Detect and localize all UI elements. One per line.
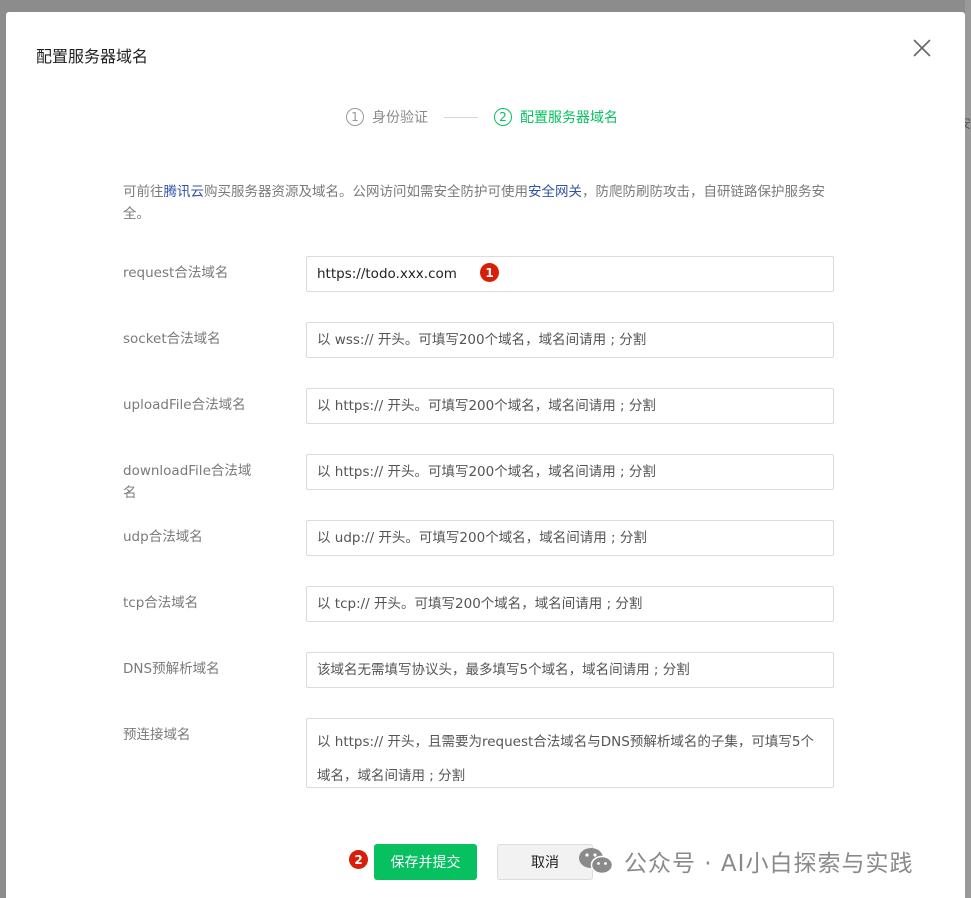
step-label: 身份验证 (372, 110, 428, 126)
intro-text: 可前往腾讯云购买服务器资源及域名。公网访问如需安全防护可使用安全网关，防爬防刷防… (123, 181, 843, 225)
udp-domain-label: udp合法域名 (123, 529, 203, 545)
udp-domain-input[interactable] (306, 520, 834, 556)
wechat-icon (579, 848, 614, 875)
uploadfile-domain-input[interactable] (306, 388, 834, 424)
step-number: 2 (494, 108, 512, 126)
annotation-marker-1: 1 (480, 263, 499, 282)
save-and-submit-button[interactable]: 保存并提交 (374, 844, 477, 880)
tcp-domain-label: tcp合法域名 (123, 595, 199, 611)
step-identity-verification: 1 身份验证 (346, 107, 428, 127)
close-icon[interactable] (910, 36, 934, 60)
socket-domain-label: socket合法域名 (123, 331, 221, 347)
watermark-text: 公众号 · AI小白探索与实践 (624, 851, 914, 877)
request-domain-input[interactable] (306, 256, 834, 292)
preconnect-domain-label: 预连接域名 (123, 727, 191, 743)
tencent-cloud-link[interactable]: 腾讯云 (164, 184, 205, 200)
intro-text-part: 购买服务器资源及域名。公网访问如需安全防护可使用 (204, 184, 528, 200)
step-label: 配置服务器域名 (520, 110, 618, 126)
dialog-title: 配置服务器域名 (36, 47, 149, 66)
downloadfile-domain-input[interactable] (306, 454, 834, 490)
step-connector (444, 116, 478, 118)
step-indicator: 1 身份验证 2 配置服务器域名 (346, 106, 618, 128)
dns-prefetch-domain-label: DNS预解析域名 (123, 661, 220, 677)
backdrop (965, 0, 971, 898)
preconnect-domain-textarea[interactable] (306, 718, 834, 788)
security-gateway-link[interactable]: 安全网关 (528, 184, 582, 200)
step-number: 1 (346, 108, 364, 126)
downloadfile-domain-label: downloadFile合法域名 (123, 463, 252, 501)
request-domain-label: request合法域名 (123, 265, 229, 281)
intro-text-part: 可前往 (123, 184, 164, 200)
socket-domain-input[interactable] (306, 322, 834, 358)
uploadfile-domain-label: uploadFile合法域名 (123, 397, 246, 413)
watermark: 公众号 · AI小白探索与实践 (578, 844, 913, 878)
dns-prefetch-domain-input[interactable] (306, 652, 834, 688)
step-configure-domain: 2 配置服务器域名 (494, 107, 618, 127)
annotation-marker-2: 2 (349, 850, 368, 869)
tcp-domain-input[interactable] (306, 586, 834, 622)
configure-domain-dialog: 配置服务器域名 1 身份验证 2 配置服务器域名 可前往腾讯云购买服务器资源及域… (6, 12, 965, 898)
